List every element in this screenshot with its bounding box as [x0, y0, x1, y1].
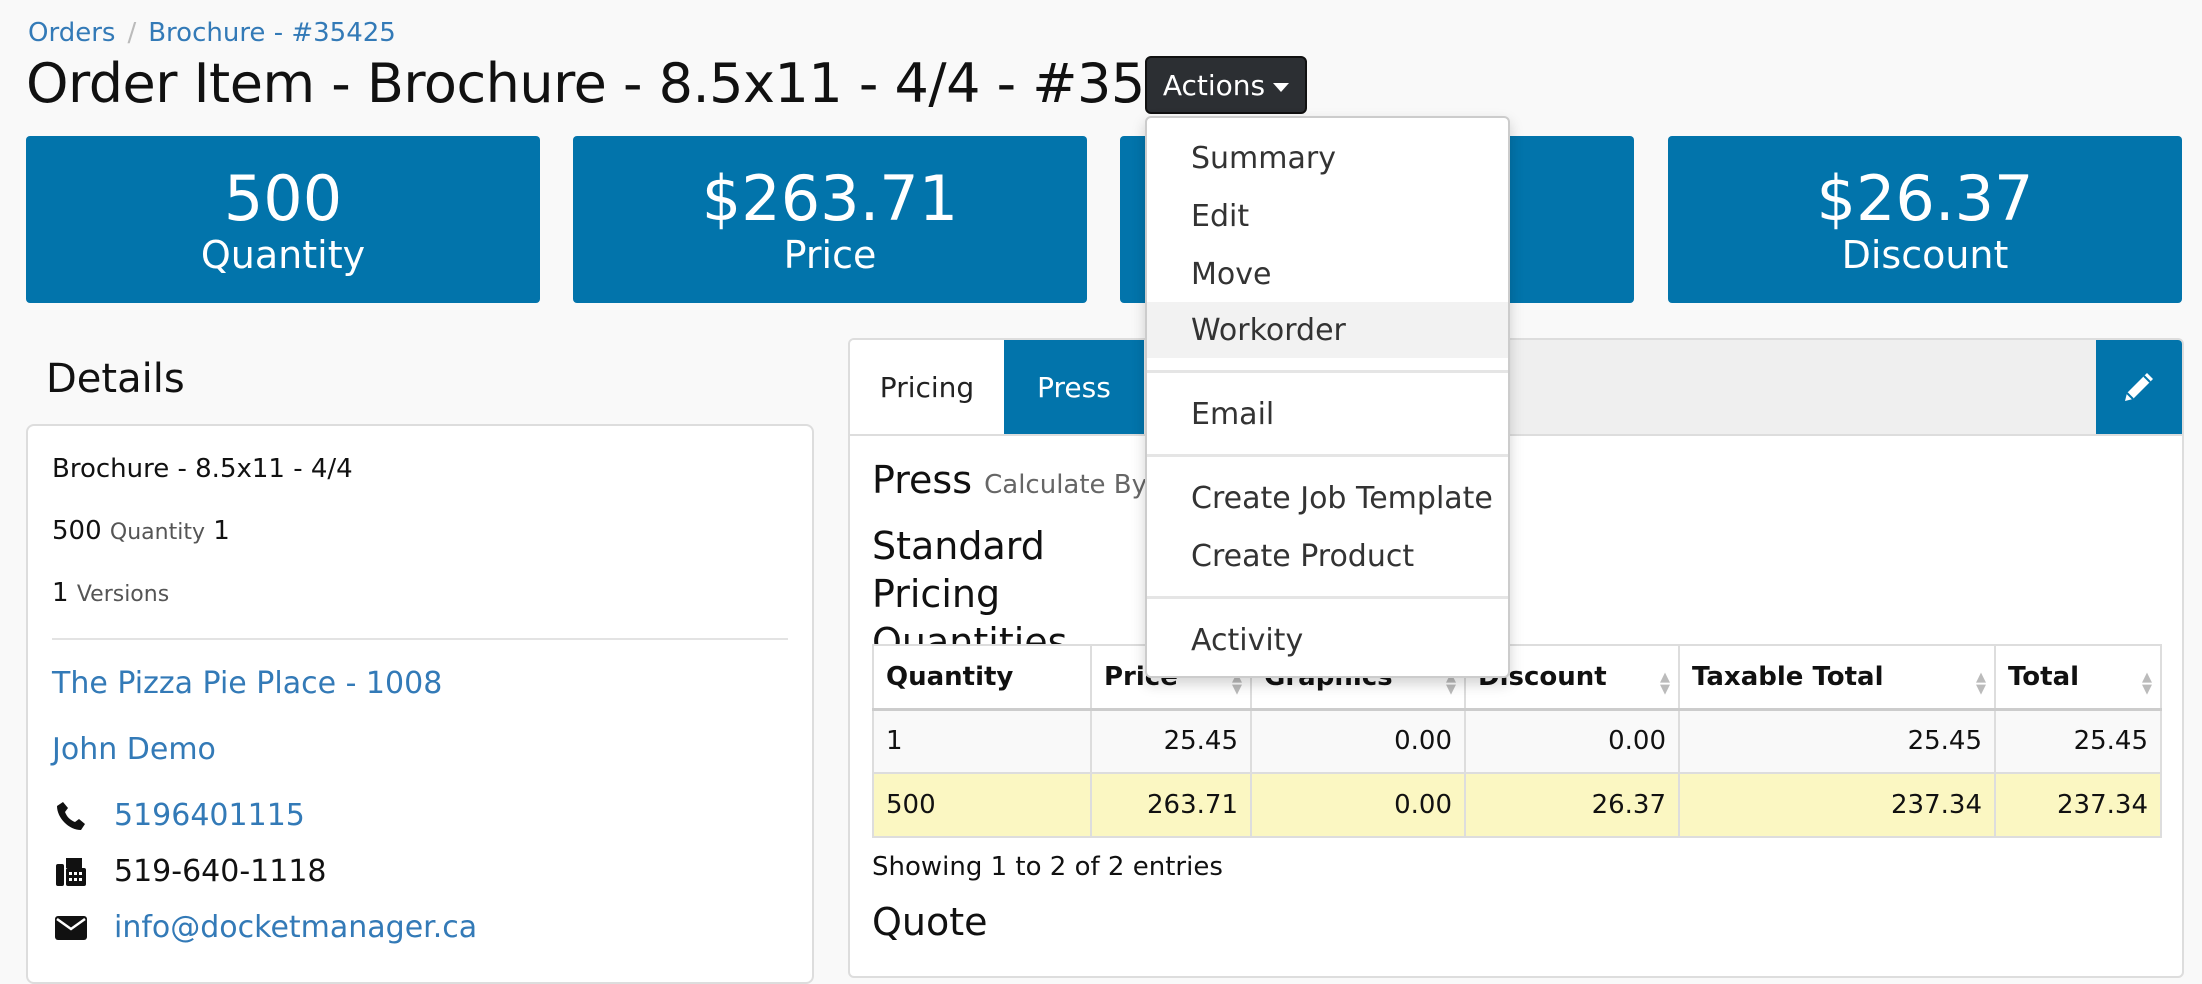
cell-graphics: 0.00	[1250, 708, 1466, 774]
actions-dropdown-button[interactable]: Actions	[1145, 56, 1307, 114]
cell-discount: 26.37	[1464, 772, 1680, 838]
calculate-by-label: Calculate By	[984, 470, 1148, 500]
breadcrumb-current-link[interactable]: Brochure - #35425	[148, 18, 396, 48]
details-versions-line: 1 Versions	[52, 578, 169, 608]
cell-quantity: 500	[872, 772, 1092, 838]
sort-icon: ▲▼	[1660, 670, 1670, 697]
fax-icon	[52, 856, 90, 888]
column-header-total[interactable]: Total ▲ ▼	[1994, 644, 2162, 710]
column-header-taxable-total[interactable]: Taxable Total ▲ ▼	[1678, 644, 1996, 710]
stat-value: $263.71	[701, 161, 959, 235]
details-title: Details	[46, 356, 185, 402]
stat-label: Quantity	[200, 232, 366, 277]
details-quantity-label: Quantity	[109, 520, 205, 545]
menu-item-summary[interactable]: Summary	[1147, 130, 1508, 186]
email-link[interactable]: info@docketmanager.ca	[114, 910, 477, 945]
cell-total: 237.34	[1994, 772, 2162, 838]
table-header-row: Quantity Price▲▼ Graphics▲▼ Discount▲▼ T…	[872, 644, 2162, 710]
contact-link[interactable]: John Demo	[52, 732, 216, 767]
fax-number: 519-640-1118	[114, 854, 327, 889]
phone-link[interactable]: 5196401115	[114, 798, 305, 833]
breadcrumb: Orders / Brochure - #35425	[28, 18, 396, 48]
menu-item-edit[interactable]: Edit	[1147, 188, 1508, 244]
actions-menu: Summary Edit Move Workorder Email Create…	[1145, 116, 1510, 678]
edit-button[interactable]	[2096, 340, 2182, 434]
menu-item-move[interactable]: Move	[1147, 246, 1508, 302]
phone-icon	[52, 800, 90, 832]
cell-total: 25.45	[1994, 708, 2162, 774]
stat-quantity: 500 Quantity	[26, 136, 540, 303]
table-row[interactable]: 500 263.71 0.00 26.37 237.34 237.34	[872, 772, 2162, 838]
menu-divider	[1147, 596, 1508, 599]
table-info: Showing 1 to 2 of 2 entries	[872, 852, 1223, 882]
cell-price: 25.45	[1090, 708, 1252, 774]
table-row[interactable]: 1 25.45 0.00 0.00 25.45 25.45	[872, 708, 2162, 774]
fax-row: 519-640-1118	[52, 854, 327, 889]
tab-bar: Pricing Press	[850, 340, 2182, 436]
details-quantity-value: 500	[52, 516, 102, 546]
details-divider	[52, 638, 788, 640]
stat-label: Discount	[1841, 232, 2009, 277]
pricing-panel: Pricing Press Press Calculate By Standar…	[848, 338, 2184, 978]
tab-press[interactable]: Press	[1004, 340, 1144, 434]
standard-pricing-label: Standard Pricing	[872, 524, 1045, 616]
tab-pricing[interactable]: Pricing	[850, 340, 1004, 434]
menu-item-email[interactable]: Email	[1147, 386, 1508, 442]
column-header-quantity[interactable]: Quantity	[872, 644, 1092, 710]
stat-label: Price	[783, 232, 877, 277]
sort-icon: ▲▼	[1976, 670, 1986, 697]
details-quantity-extra: 1	[213, 516, 230, 546]
menu-item-activity[interactable]: Activity	[1147, 612, 1508, 668]
details-quantity-line: 500 Quantity 1	[52, 516, 230, 546]
press-title: Press	[872, 458, 973, 502]
envelope-icon	[52, 912, 90, 944]
actions-button-label: Actions	[1162, 68, 1266, 102]
menu-item-create-job-template[interactable]: Create Job Template	[1147, 470, 1508, 526]
sort-icon: ▲▼	[2142, 670, 2152, 697]
quantities-table: Quantity Price▲▼ Graphics▲▼ Discount▲▼ T…	[872, 644, 2162, 838]
cell-price: 263.71	[1090, 772, 1252, 838]
menu-item-workorder[interactable]: Workorder	[1147, 302, 1508, 358]
menu-divider	[1147, 370, 1508, 373]
breadcrumb-orders-link[interactable]: Orders	[28, 18, 115, 48]
menu-divider	[1147, 454, 1508, 457]
cell-taxable-total: 237.34	[1678, 772, 1996, 838]
phone-row: 5196401115	[52, 798, 305, 833]
stat-value: 500	[223, 161, 343, 235]
cell-taxable-total: 25.45	[1678, 708, 1996, 774]
cell-quantity: 1	[872, 708, 1092, 774]
details-versions-value: 1	[52, 578, 69, 608]
email-row: info@docketmanager.ca	[52, 910, 477, 945]
menu-item-create-product[interactable]: Create Product	[1147, 528, 1508, 584]
cell-discount: 0.00	[1464, 708, 1680, 774]
customer-link[interactable]: The Pizza Pie Place - 1008	[52, 666, 442, 701]
page-title: Order Item - Brochure - 8.5x11 - 4/4 - #…	[26, 52, 1281, 115]
quote-heading: Quote	[872, 900, 988, 944]
details-versions-label: Versions	[76, 582, 170, 607]
breadcrumb-separator: /	[127, 18, 137, 48]
details-product: Brochure - 8.5x11 - 4/4	[52, 454, 353, 484]
pencil-icon	[2125, 373, 2153, 401]
caret-down-icon	[1273, 82, 1290, 92]
details-panel: Brochure - 8.5x11 - 4/4 500 Quantity 1 1…	[26, 424, 814, 984]
stat-discount: $26.37 Discount	[1668, 136, 2182, 303]
cell-graphics: 0.00	[1250, 772, 1466, 838]
press-heading: Press Calculate By	[872, 458, 1147, 502]
stat-price: $263.71 Price	[573, 136, 1087, 303]
stat-value: $26.37	[1816, 161, 2034, 235]
